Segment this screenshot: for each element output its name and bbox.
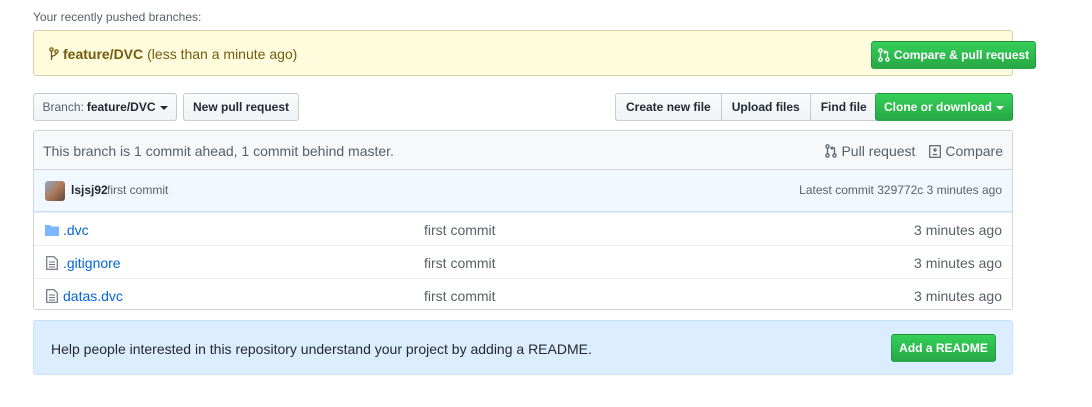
file-name[interactable]: .dvc bbox=[63, 222, 89, 238]
find-file-button[interactable]: Find file bbox=[809, 93, 878, 121]
file-icon bbox=[44, 255, 60, 271]
recent-branch-info: feature/DVC (less than a minute ago) bbox=[49, 46, 297, 62]
compare-pull-request-button[interactable]: Compare & pull request bbox=[871, 41, 1036, 69]
avatar[interactable] bbox=[45, 181, 65, 201]
readme-prompt-text: Help people interested in this repositor… bbox=[51, 341, 592, 357]
commit-sha[interactable]: 329772c bbox=[877, 183, 923, 197]
file-name[interactable]: .gitignore bbox=[63, 255, 121, 271]
latest-commit-label: Latest commit bbox=[799, 183, 874, 197]
commit-age: 3 minutes ago bbox=[926, 183, 1002, 197]
branch-status-bar: This branch is 1 commit ahead, 1 commit … bbox=[34, 131, 1012, 170]
file-age: 3 minutes ago bbox=[914, 288, 1002, 304]
file-age: 3 minutes ago bbox=[914, 255, 1002, 271]
readme-prompt-banner: Help people interested in this repositor… bbox=[33, 320, 1013, 375]
branch-status-links: Pull request Compare bbox=[811, 143, 1003, 159]
recent-branch-time: (less than a minute ago) bbox=[147, 46, 298, 62]
file-age: 3 minutes ago bbox=[914, 222, 1002, 238]
recent-branch-banner: feature/DVC (less than a minute ago) Com… bbox=[33, 30, 1036, 76]
file-browser-panel: This branch is 1 commit ahead, 1 commit … bbox=[33, 130, 1013, 310]
pull-request-link[interactable]: Pull request bbox=[825, 143, 915, 159]
chevron-down-icon bbox=[996, 106, 1004, 110]
compare-link[interactable]: Compare bbox=[929, 143, 1003, 159]
recent-branches-label: Your recently pushed branches: bbox=[33, 10, 202, 24]
table-row[interactable]: .gitignore first commit 3 minutes ago bbox=[34, 245, 1012, 278]
table-row[interactable]: datas.dvc first commit 3 minutes ago bbox=[34, 278, 1012, 309]
branch-select-value: feature/DVC bbox=[86, 100, 156, 114]
create-new-file-button[interactable]: Create new file bbox=[615, 93, 722, 121]
diff-icon bbox=[929, 145, 942, 158]
clone-or-download-label: Clone or download bbox=[884, 100, 992, 114]
pull-request-link-label: Pull request bbox=[841, 143, 916, 159]
new-pull-request-button[interactable]: New pull request bbox=[183, 93, 299, 121]
add-readme-button[interactable]: Add a README bbox=[891, 334, 996, 362]
branch-status-text: This branch is 1 commit ahead, 1 commit … bbox=[43, 143, 394, 159]
file-commit-message[interactable]: first commit bbox=[424, 288, 496, 304]
table-row[interactable]: .dvc first commit 3 minutes ago bbox=[34, 212, 1012, 245]
git-branch-icon bbox=[49, 47, 59, 61]
compare-link-label: Compare bbox=[945, 143, 1003, 159]
pull-request-icon bbox=[878, 48, 890, 62]
file-icon bbox=[44, 288, 60, 304]
file-name[interactable]: datas.dvc bbox=[63, 288, 123, 304]
commit-message[interactable]: first commit bbox=[107, 183, 168, 197]
pull-request-icon bbox=[825, 144, 838, 158]
branch-select-label: Branch: bbox=[42, 100, 84, 114]
clone-or-download-button[interactable]: Clone or download bbox=[875, 93, 1013, 121]
chevron-down-icon bbox=[159, 106, 168, 110]
latest-commit-bar: lsjsj92 first commit Latest commit 32977… bbox=[34, 170, 1012, 212]
folder-icon bbox=[44, 222, 60, 238]
file-commit-message[interactable]: first commit bbox=[424, 222, 496, 238]
compare-pull-request-label: Compare & pull request bbox=[893, 48, 1030, 62]
file-actions-group: Create new file Upload files Find file bbox=[615, 93, 878, 121]
upload-files-button[interactable]: Upload files bbox=[720, 93, 811, 121]
branch-select-button[interactable]: Branch: feature/DVC bbox=[33, 93, 177, 121]
latest-commit-info: Latest commit 329772c 3 minutes ago bbox=[799, 183, 1002, 197]
file-commit-message[interactable]: first commit bbox=[424, 255, 496, 271]
recent-branch-name[interactable]: feature/DVC bbox=[63, 46, 143, 62]
commit-author[interactable]: lsjsj92 bbox=[71, 183, 108, 197]
